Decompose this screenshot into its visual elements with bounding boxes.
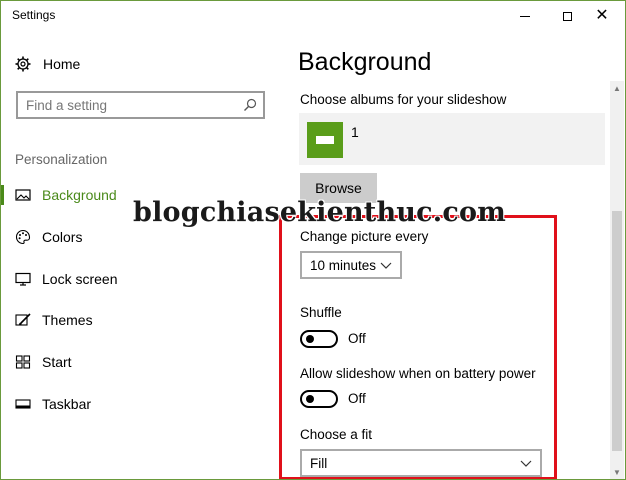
album-thumbnail [307,122,343,158]
watermark-text: blogchiasekienthuc.com [133,197,506,228]
settings-window: Settings ✕ Home Personalization [0,0,626,480]
drive-icon [316,136,334,144]
palette-icon [15,229,31,245]
sidebar-item-start[interactable]: Start [1,346,271,378]
search-box[interactable] [16,91,265,119]
close-button[interactable]: ✕ [579,1,625,31]
albums-label: Choose albums for your slideshow [300,92,507,107]
scroll-up-icon[interactable]: ▲ [613,84,621,93]
album-name: 1 [351,124,359,140]
sidebar-item-label: Lock screen [42,271,118,287]
album-item[interactable]: 1 [299,113,605,165]
sidebar-item-label: Start [42,354,72,370]
title-bar: Settings ✕ [1,1,625,31]
image-icon [15,189,31,201]
start-grid-icon [15,355,31,369]
sidebar-item-themes[interactable]: Themes [1,304,271,336]
sidebar-item-lock-screen[interactable]: Lock screen [1,263,271,295]
sidebar-item-taskbar[interactable]: Taskbar [1,388,271,420]
search-icon[interactable] [243,98,257,112]
home-label: Home [43,56,81,72]
sidebar-item-label: Taskbar [42,396,92,412]
monitor-icon [15,272,31,286]
window-title: Settings [12,8,56,22]
taskbar-icon [15,399,31,409]
maximize-icon [562,11,572,21]
active-indicator [1,185,4,205]
sidebar-item-label: Colors [42,229,83,245]
brush-icon [15,313,31,326]
sidebar-item-label: Background [42,187,117,203]
home-nav-item[interactable]: Home [15,54,80,74]
scrollbar-thumb[interactable] [612,211,622,451]
minimize-icon [520,15,530,17]
scroll-down-icon[interactable]: ▼ [613,468,621,477]
page-title: Background [298,48,432,76]
highlight-box [279,215,557,479]
sidebar-item-label: Themes [42,312,93,328]
search-input[interactable] [26,96,226,114]
gear-icon [15,56,31,72]
section-heading: Personalization [15,152,108,167]
minimize-button[interactable] [502,1,548,31]
scrollbar[interactable]: ▲ ▼ [610,81,624,479]
close-icon: ✕ [595,7,609,24]
